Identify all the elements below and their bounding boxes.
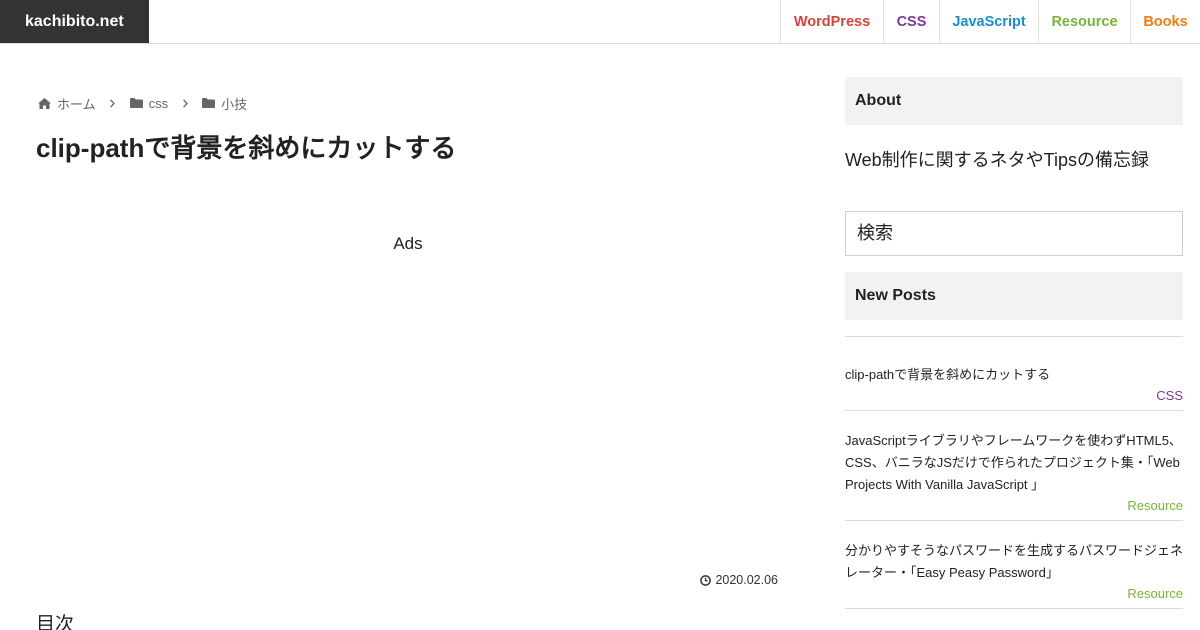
- page-title: clip-pathで背景を斜めにカットする: [36, 133, 457, 163]
- list-item[interactable]: JavaScriptライブラリやフレームワークを使わずHTML5、CSS、バニラ…: [845, 411, 1183, 521]
- search-input[interactable]: [845, 211, 1183, 256]
- toc-title: 目次: [36, 614, 75, 630]
- chevron-right-icon: [96, 94, 130, 112]
- breadcrumb-category-label: css: [148, 95, 169, 111]
- post-category[interactable]: Resource: [845, 585, 1183, 603]
- post-category[interactable]: CSS: [845, 387, 1183, 405]
- breadcrumb-category[interactable]: css: [129, 95, 169, 111]
- post-title[interactable]: clip-pathで背景を斜めにカットする: [845, 364, 1183, 386]
- nav-item-javascript[interactable]: JavaScript: [939, 0, 1038, 43]
- site-header: kachibito.net WordPress CSS JavaScript R…: [0, 0, 1200, 44]
- post-category[interactable]: Resource: [845, 497, 1183, 515]
- chevron-right-icon: [168, 94, 202, 112]
- nav-item-css[interactable]: CSS: [883, 0, 939, 43]
- new-posts-heading: New Posts: [845, 272, 1183, 320]
- post-date: 2020.02.06: [700, 573, 778, 587]
- nav-item-books[interactable]: Books: [1130, 0, 1200, 43]
- nav-item-wordpress[interactable]: WordPress: [780, 0, 883, 43]
- home-icon: [38, 97, 51, 109]
- post-title[interactable]: 分かりやすそうなパスワードを生成するパスワードジェネレーター・「Easy Pea…: [845, 540, 1183, 584]
- clock-icon: [700, 574, 712, 586]
- post-title[interactable]: JavaScriptライブラリやフレームワークを使わずHTML5、CSS、バニラ…: [845, 430, 1183, 496]
- new-posts-list: clip-pathで背景を斜めにカットする CSS JavaScriptライブラ…: [845, 336, 1183, 609]
- breadcrumb-home[interactable]: ホーム: [38, 94, 96, 113]
- breadcrumb-home-label: ホーム: [57, 96, 96, 112]
- breadcrumb: ホーム css 小技: [38, 94, 247, 112]
- breadcrumb-subcategory[interactable]: 小技: [202, 94, 247, 113]
- list-item[interactable]: 分かりやすそうなパスワードを生成するパスワードジェネレーター・「Easy Pea…: [845, 521, 1183, 609]
- post-date-text: 2020.02.06: [715, 573, 778, 587]
- site-logo[interactable]: kachibito.net: [0, 0, 149, 43]
- breadcrumb-subcategory-label: 小技: [221, 96, 248, 112]
- about-widget-heading: About: [845, 77, 1183, 125]
- about-widget-text: Web制作に関するネタやTipsの備忘録: [845, 150, 1150, 170]
- nav-item-resource[interactable]: Resource: [1038, 0, 1130, 43]
- folder-icon: [202, 98, 216, 108]
- main-nav: WordPress CSS JavaScript Resource Books: [780, 0, 1200, 43]
- ads-label: Ads: [393, 234, 423, 253]
- list-item[interactable]: clip-pathで背景を斜めにカットする CSS: [845, 337, 1183, 411]
- folder-icon: [129, 98, 143, 108]
